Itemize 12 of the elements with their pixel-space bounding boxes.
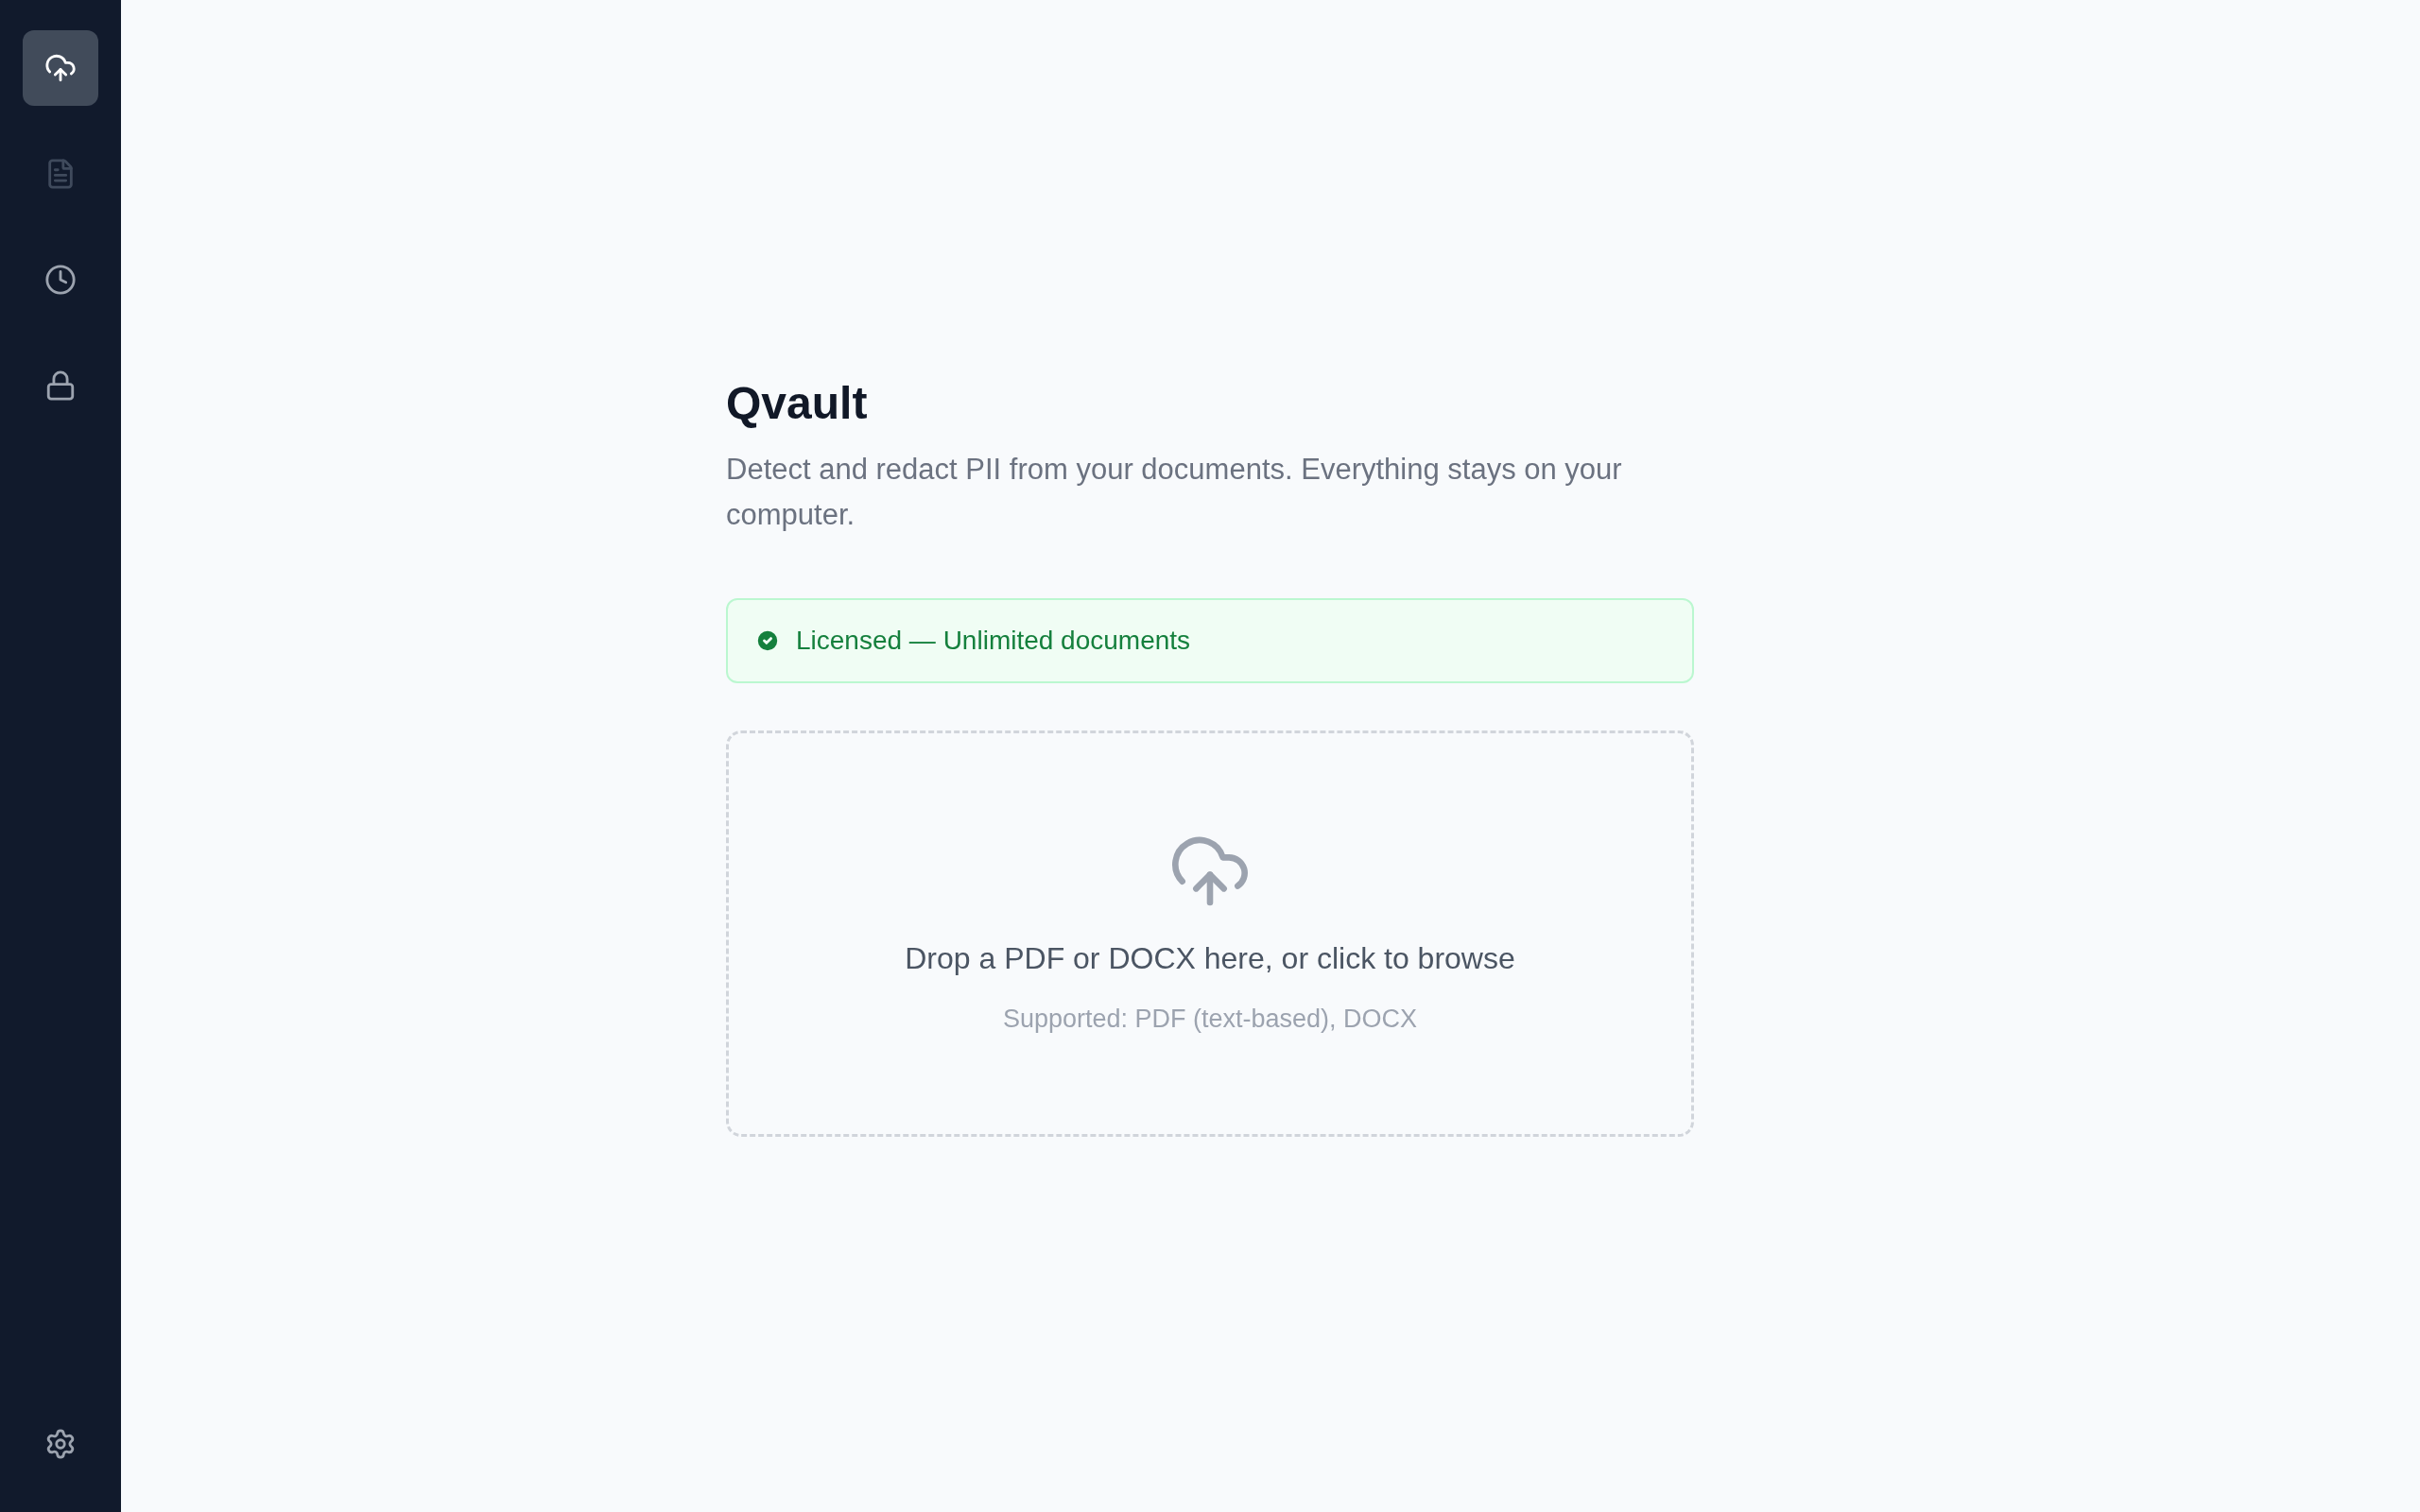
- lock-icon: [44, 369, 77, 402]
- license-status: Licensed — Unlimited documents: [796, 625, 1191, 657]
- settings-icon: [44, 1428, 77, 1460]
- app-description: Detect and redact PII from your documents. Everything stays on your computer.: [726, 452, 1623, 533]
- clock-icon: [44, 264, 77, 296]
- cloud-upload-icon: [44, 52, 77, 84]
- dropzone-prompt: Drop a PDF or DOCX here, or click to browse: [905, 939, 1515, 977]
- file-dropzone[interactable]: Drop a PDF or DOCX here, or click to browse Supported: PDF (text-based), DOCX: [726, 730, 1694, 1137]
- app-title: Qvault: [726, 377, 869, 430]
- dropzone-hint: Supported: PDF (text-based), DOCX: [1002, 1003, 1418, 1035]
- check-icon: [754, 627, 781, 654]
- upload-nav-button[interactable]: [23, 30, 98, 106]
